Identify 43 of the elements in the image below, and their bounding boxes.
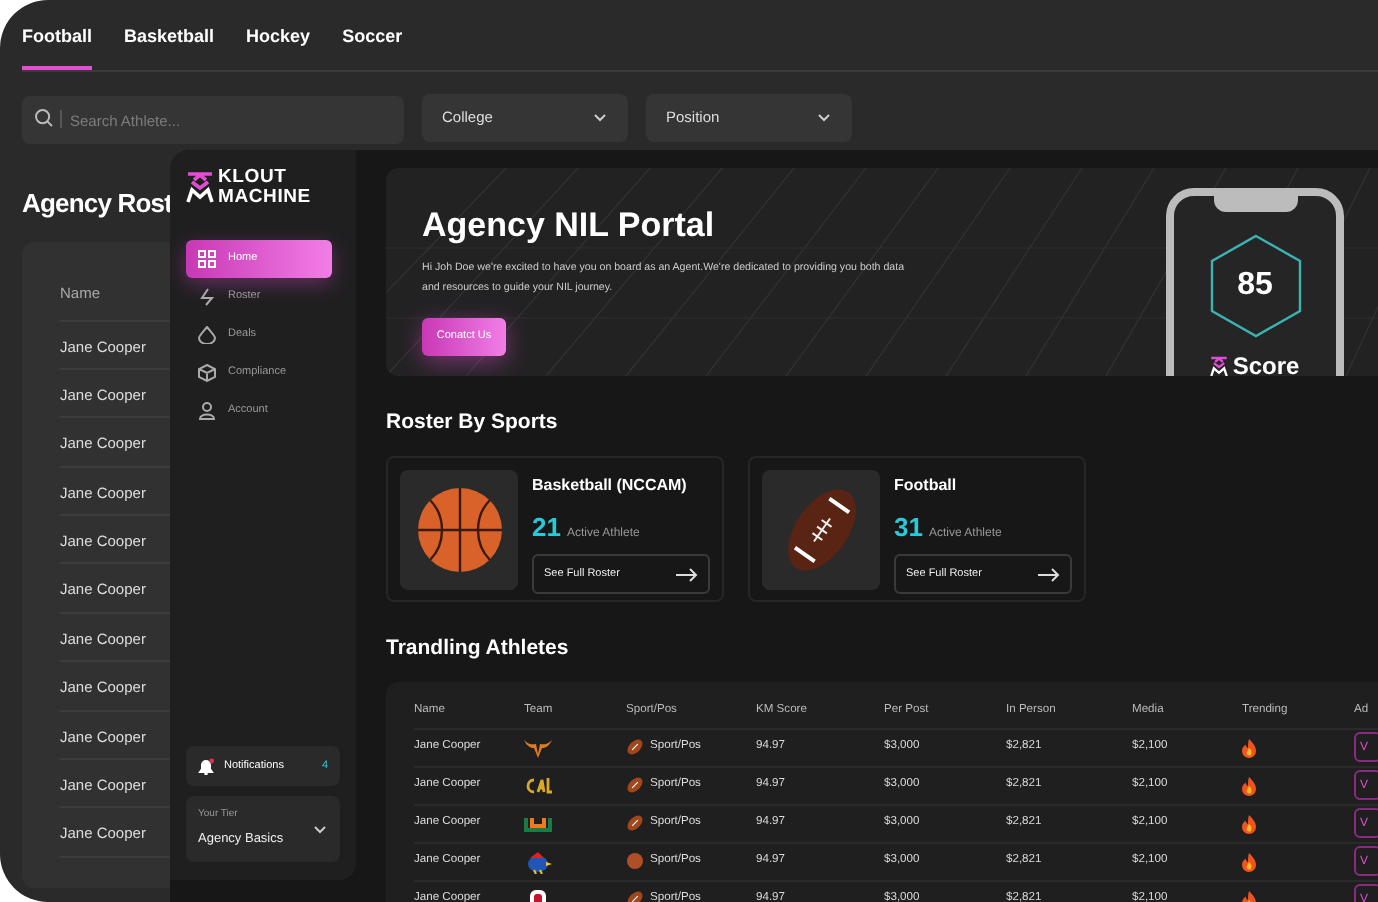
basketball-icon <box>626 852 644 870</box>
team-logo-icon <box>524 849 552 873</box>
drop-icon <box>198 326 216 344</box>
tab[interactable]: Hockey <box>246 20 311 69</box>
logo-icon <box>1210 355 1229 376</box>
arrow-right-icon <box>676 567 698 582</box>
roster-title: Agency Rost <box>22 186 173 222</box>
flame-icon <box>1242 737 1256 757</box>
chevron-down-icon <box>592 109 608 125</box>
basketball-icon <box>413 483 505 576</box>
tab[interactable]: Soccer <box>342 20 403 69</box>
team-logo-icon <box>524 735 552 759</box>
lightning-icon <box>198 288 216 306</box>
person-icon <box>198 402 216 420</box>
logo-text: KLOUT MACHINE <box>218 168 311 206</box>
phone-notch <box>1213 196 1297 212</box>
score-label: Score <box>1232 350 1300 376</box>
team-logo-icon <box>524 773 552 797</box>
sport-title: Football <box>894 473 959 498</box>
flame-icon <box>1242 813 1256 833</box>
tab[interactable]: Football <box>22 20 92 69</box>
cube-icon <box>198 364 216 382</box>
tab[interactable]: Basketball <box>124 20 215 69</box>
grid-icon <box>198 250 216 268</box>
athlete-count: 31 <box>894 509 923 546</box>
football-icon <box>626 814 644 832</box>
sport-title: Basketball (NCCAM) <box>532 473 689 498</box>
flame-icon <box>1242 851 1256 871</box>
search-icon <box>34 107 54 127</box>
athlete-count: 21 <box>532 509 561 546</box>
football-icon <box>626 776 644 794</box>
logo-icon <box>186 171 214 203</box>
arrow-right-icon <box>1038 567 1060 582</box>
section-title: Roster By Sports <box>386 408 560 438</box>
hero-title: Agency NIL Portal <box>422 206 717 247</box>
chevron-down-icon <box>816 109 832 125</box>
section-title: Trandling Athletes <box>386 633 571 664</box>
hexagon-icon <box>1209 234 1301 338</box>
flame-icon <box>1242 775 1256 795</box>
chevron-down-icon <box>312 821 328 837</box>
football-icon <box>626 738 644 756</box>
score-value: 85 <box>1237 266 1273 306</box>
bell-icon <box>198 757 214 775</box>
